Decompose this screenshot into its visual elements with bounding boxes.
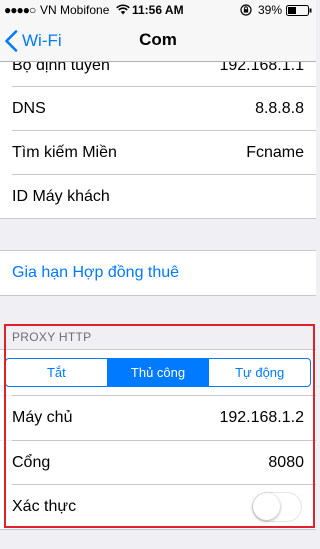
client-id-label: ID Máy khách xyxy=(12,188,110,205)
group-bottom-border xyxy=(0,295,316,296)
renew-lease-button[interactable]: Gia hạn Hợp đồng thuê xyxy=(12,263,179,283)
battery-percent: 39% xyxy=(258,3,283,17)
dns-label: DNS xyxy=(12,100,46,117)
segment-manual[interactable]: Thủ công xyxy=(106,359,209,386)
battery-icon xyxy=(286,5,312,16)
server-row[interactable]: Máy chủ 192.168.1.2 xyxy=(0,396,316,440)
port-label: Cổng xyxy=(12,454,51,471)
proxy-mode-segmented-control: Tắt Thủ công Tự động xyxy=(5,358,311,387)
dns-value: 8.8.8.8 xyxy=(255,100,304,117)
authentication-row: Xác thực xyxy=(0,485,316,529)
group-bottom-border xyxy=(0,218,316,219)
port-field[interactable]: 8080 xyxy=(268,453,304,473)
dns-row[interactable]: DNS 8.8.8.8 xyxy=(0,87,316,131)
navigation-bar: Wi-Fi Com xyxy=(0,20,316,62)
search-domain-label: Tìm kiếm Miền xyxy=(12,144,117,161)
proxy-section-header: PROXY HTTP xyxy=(12,330,92,344)
toggle-knob xyxy=(253,493,280,520)
client-id-row[interactable]: ID Máy khách xyxy=(0,175,316,219)
group-bottom-border xyxy=(0,529,316,530)
segment-off[interactable]: Tắt xyxy=(6,359,107,386)
page-title: Com xyxy=(139,30,177,49)
group-top-border xyxy=(0,349,316,350)
search-domain-value: Fcname xyxy=(246,144,304,161)
port-row[interactable]: Cổng 8080 xyxy=(0,441,316,485)
authentication-label: Xác thực xyxy=(12,498,77,515)
search-domain-row[interactable]: Tìm kiếm Miền Fcname xyxy=(0,131,316,175)
wifi-icon xyxy=(116,4,130,15)
status-bar: ●●●●○ VN Mobifone 11:56 AM 39% xyxy=(0,0,316,20)
status-time: 11:56 AM xyxy=(132,3,184,17)
renew-lease-row[interactable]: Gia hạn Hợp đồng thuê xyxy=(0,251,316,295)
signal-dots-icon: ●●●●○ xyxy=(4,3,36,17)
authentication-toggle[interactable] xyxy=(252,492,302,522)
rotation-lock-icon xyxy=(240,4,252,16)
server-label: Máy chủ xyxy=(12,409,73,426)
carrier-name: VN Mobifone xyxy=(40,3,110,17)
segment-auto[interactable]: Tự động xyxy=(208,359,310,386)
server-field[interactable]: 192.168.1.2 xyxy=(219,408,304,428)
